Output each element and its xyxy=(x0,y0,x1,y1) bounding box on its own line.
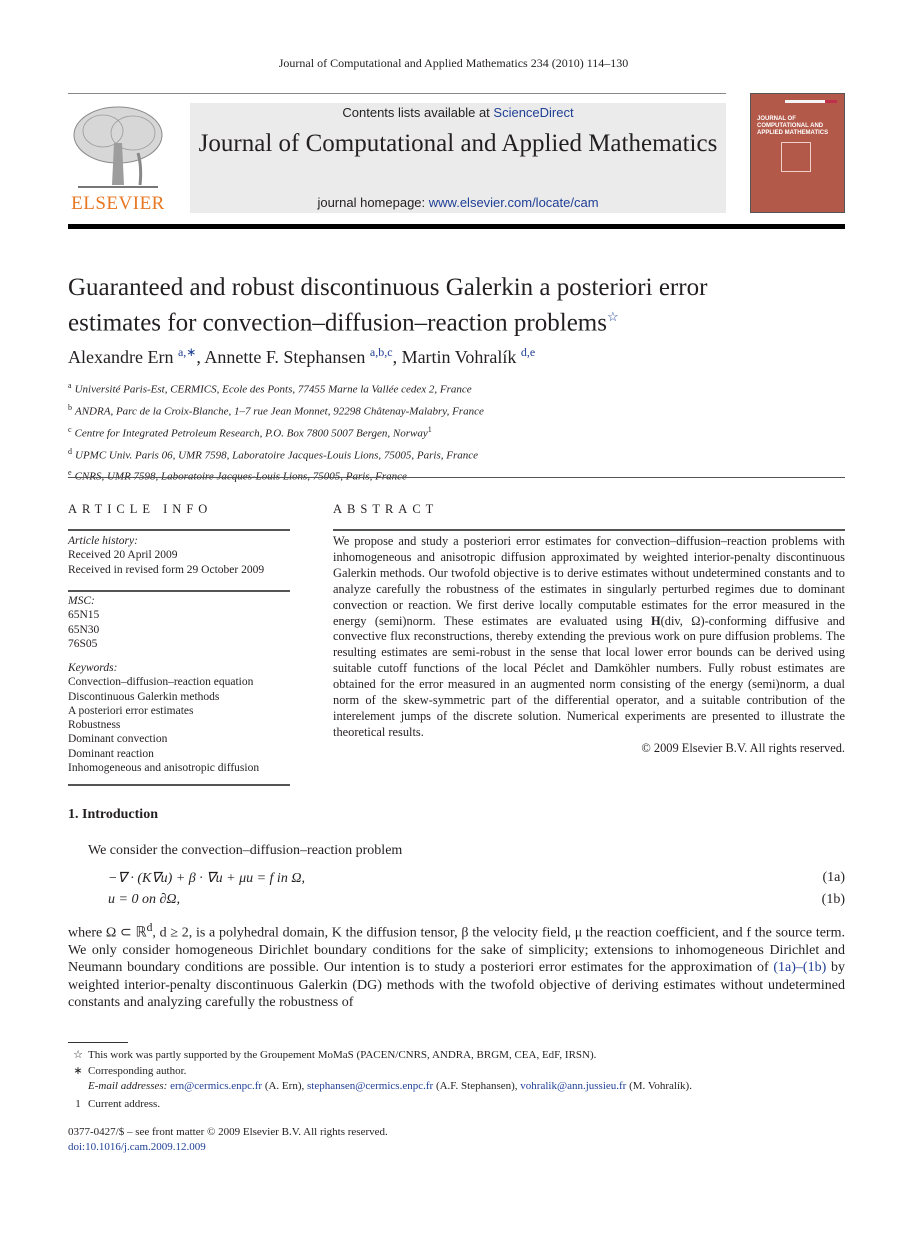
keyword-item: Robustness xyxy=(68,719,121,732)
footnote-corresponding: ∗ Corresponding author. xyxy=(68,1064,186,1077)
history-label: Article history: xyxy=(68,535,138,547)
contents-line: Contents lists available at ScienceDirec… xyxy=(190,105,726,120)
cover-bar-accent xyxy=(825,100,837,103)
author-affil-link[interactable]: a,b,c xyxy=(370,345,393,359)
msc-item: 65N30 xyxy=(68,623,100,636)
running-head: Journal of Computational and Applied Mat… xyxy=(278,56,629,70)
tree-icon xyxy=(73,106,163,188)
intro-paragraph: where Ω ⊂ ℝd, d ≥ 2, is a polyhedral dom… xyxy=(68,921,846,1010)
contents-prefix: Contents lists available at xyxy=(342,105,494,120)
author-name: Alexandre Ern xyxy=(68,347,174,367)
affiliation: c Centre for Integrated Petroleum Researc… xyxy=(68,424,432,440)
elsevier-logo[interactable]: ELSEVIER xyxy=(68,103,168,215)
info-rule xyxy=(68,784,290,786)
msc-item: 76S05 xyxy=(68,637,98,650)
asterisk-icon: ∗ xyxy=(73,1065,83,1077)
history-item: Received in revised form 29 October 2009 xyxy=(68,563,265,576)
author-name: Martin Vohralík xyxy=(401,347,517,367)
cover-bar xyxy=(785,100,825,103)
title-line-2: estimates for convection–diffusion–react… xyxy=(68,309,607,337)
journal-banner: Contents lists available at ScienceDirec… xyxy=(190,103,726,213)
header-thick-rule xyxy=(68,224,845,229)
equation-1b: u = 0 on ∂Ω, xyxy=(108,892,180,907)
abstract-body: We propose and study a posteriori error … xyxy=(333,534,846,755)
equation-label-1a: (1a) xyxy=(822,870,845,885)
abstract-rule xyxy=(333,529,845,531)
footnote-funding: ☆ This work was partly supported by the G… xyxy=(68,1048,596,1061)
journal-title: Journal of Computational and Applied Mat… xyxy=(198,130,718,157)
abstract-copyright: © 2009 Elsevier B.V. All rights reserved… xyxy=(641,740,845,755)
intro-lead: We consider the convection–diffusion–rea… xyxy=(88,843,403,858)
sciencedirect-link[interactable]: ScienceDirect xyxy=(493,105,573,120)
doi-link[interactable]: doi:10.1016/j.cam.2009.12.009 xyxy=(68,1141,206,1153)
author-affil-link[interactable]: a,∗ xyxy=(178,345,196,359)
front-matter: 0377-0427/$ – see front matter © 2009 El… xyxy=(68,1126,388,1138)
keyword-item: Convection–diffusion–reaction equation xyxy=(68,676,254,689)
keyword-item: Dominant convection xyxy=(68,733,168,746)
journal-cover[interactable]: JOURNAL OF COMPUTATIONAL AND APPLIED MAT… xyxy=(750,93,845,213)
author-affil-link[interactable]: d,e xyxy=(521,345,535,359)
msc-item: 65N15 xyxy=(68,609,100,622)
keyword-item: Dominant reaction xyxy=(68,747,154,760)
keyword-item: Inhomogeneous and anisotropic diffusion xyxy=(68,762,260,775)
keyword-item: A posteriori error estimates xyxy=(68,704,194,717)
cover-title: JOURNAL OF COMPUTATIONAL AND APPLIED MAT… xyxy=(757,116,829,136)
footnote-emails: E-mail addresses: ern@cermics.enpc.fr (A… xyxy=(88,1080,692,1092)
author-name: Annette F. Stephansen xyxy=(204,347,366,367)
footnote-rule xyxy=(68,1042,128,1043)
equation-label-1b: (1b) xyxy=(821,892,845,907)
email-link[interactable]: ern@cermics.enpc.fr xyxy=(170,1080,262,1092)
keywords-label: Keywords: xyxy=(68,662,118,674)
homepage-line: journal homepage: www.elsevier.com/locat… xyxy=(190,195,726,210)
affiliation: a Université Paris-Est, CERMICS, Ecole de… xyxy=(68,381,472,396)
abstract-heading: ABSTRACT xyxy=(333,502,439,516)
equation-ref-link[interactable]: (1a)–(1b) xyxy=(773,960,826,975)
affiliation: b ANDRA, Parc de la Croix-Blanche, 1–7 ru… xyxy=(68,402,484,418)
email-link[interactable]: vohralik@ann.jussieu.fr xyxy=(520,1080,626,1092)
affiliation: d UPMC Univ. Paris 06, UMR 7598, Laborato… xyxy=(68,446,479,462)
section-heading-introduction: 1. Introduction xyxy=(68,807,158,822)
section-divider xyxy=(68,477,845,478)
elsevier-wordmark: ELSEVIER xyxy=(71,193,165,214)
title-footnote-star-icon[interactable]: ☆ xyxy=(607,309,619,324)
header-rule xyxy=(68,93,726,94)
msc-codes: MSC: 65N15 65N30 76S05 xyxy=(68,594,99,651)
keywords: Keywords: Convection–diffusion–reaction … xyxy=(68,661,259,775)
star-icon: ☆ xyxy=(73,1049,83,1061)
author-list: Alexandre Ern a,∗, Annette F. Stephansen… xyxy=(68,345,536,367)
title-line-1: Guaranteed and robust discontinuous Gale… xyxy=(68,274,708,301)
history-item: Received 20 April 2009 xyxy=(68,549,178,562)
article-title: Guaranteed and robust discontinuous Gale… xyxy=(68,273,848,337)
article-info-heading: ARTICLE INFO xyxy=(68,502,213,516)
affiliation-list: a Université Paris-Est, CERMICS, Ecole de… xyxy=(68,377,484,486)
msc-label: MSC: xyxy=(68,595,95,607)
article-history: Article history: Received 20 April 2009 … xyxy=(68,534,264,577)
affiliation: e CNRS, UMR 7598, Laboratoire Jacques-Lou… xyxy=(68,468,407,484)
cover-art-icon xyxy=(781,142,811,172)
keyword-item: Discontinuous Galerkin methods xyxy=(68,690,220,703)
info-rule xyxy=(68,529,290,531)
info-rule xyxy=(68,590,290,592)
homepage-prefix: journal homepage: xyxy=(317,195,429,210)
homepage-link[interactable]: www.elsevier.com/locate/cam xyxy=(429,195,599,210)
email-link[interactable]: stephansen@cermics.enpc.fr xyxy=(307,1080,433,1092)
equation-1a: −∇ · (K∇u) + β · ∇u + μu = f in Ω, xyxy=(108,871,305,886)
footnote-current-address: 1 Current address. xyxy=(75,1098,161,1110)
